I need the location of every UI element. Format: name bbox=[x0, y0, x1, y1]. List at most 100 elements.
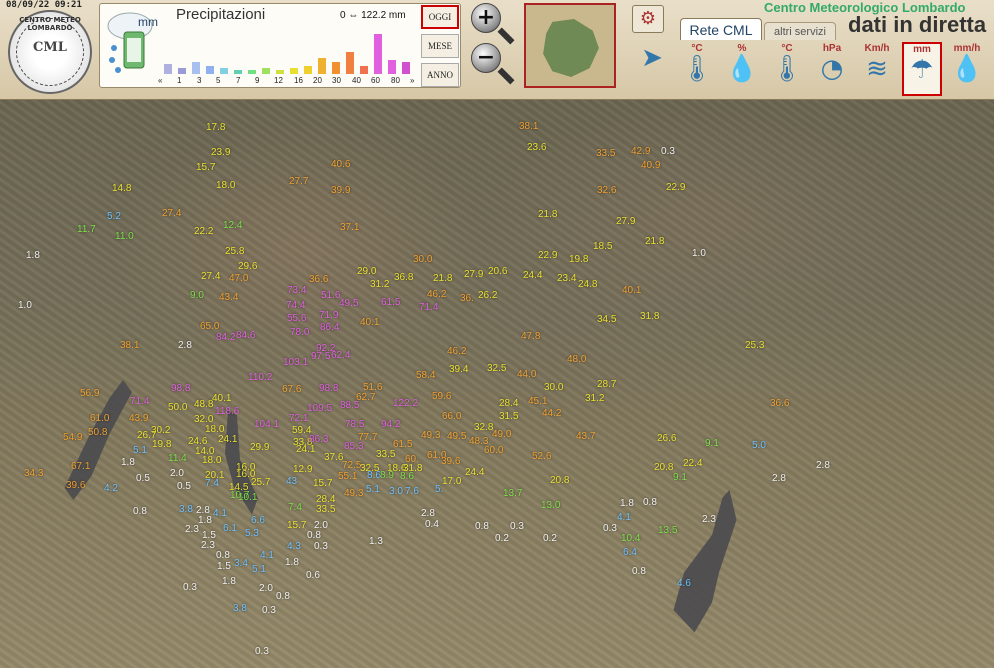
station-value[interactable]: 1.8 bbox=[222, 576, 236, 587]
station-value[interactable]: 45.1 bbox=[528, 396, 547, 407]
station-value[interactable]: 0.3 bbox=[255, 646, 269, 657]
station-value[interactable]: 44.2 bbox=[542, 408, 561, 419]
station-value[interactable]: 1.5 bbox=[217, 561, 231, 572]
station-value[interactable]: 0.8 bbox=[475, 521, 489, 532]
station-value[interactable]: 18.5 bbox=[593, 241, 612, 252]
station-value[interactable]: 9.1 bbox=[673, 472, 687, 483]
station-value[interactable]: 7.6 bbox=[405, 486, 419, 497]
station-value[interactable]: 2.8 bbox=[178, 340, 192, 351]
station-value[interactable]: 48.0 bbox=[567, 354, 586, 365]
wind-speed-icon[interactable]: Km/h ≋ bbox=[857, 42, 897, 96]
station-value[interactable]: 72.1 bbox=[289, 413, 308, 424]
station-value[interactable]: 38.1 bbox=[120, 340, 139, 351]
station-value[interactable]: 61.0 bbox=[90, 413, 109, 424]
station-value[interactable]: 2.3 bbox=[702, 514, 716, 525]
station-value[interactable]: 0.4 bbox=[425, 519, 439, 530]
station-value[interactable]: 5.0 bbox=[752, 440, 766, 451]
station-value[interactable]: 23.9 bbox=[211, 147, 230, 158]
station-value[interactable]: 67.1 bbox=[71, 461, 90, 472]
station-value[interactable]: 97.5 bbox=[311, 351, 330, 362]
station-value[interactable]: 37.6 bbox=[324, 452, 343, 463]
station-value[interactable]: 103.1 bbox=[283, 357, 308, 368]
station-value[interactable]: 18.0 bbox=[216, 180, 235, 191]
station-value[interactable]: 30.0 bbox=[544, 382, 563, 393]
station-value[interactable]: 11.7 bbox=[77, 224, 96, 235]
station-value[interactable]: 22.9 bbox=[538, 250, 557, 261]
station-value[interactable]: 42.9 bbox=[631, 146, 650, 157]
station-value[interactable]: 4.6 bbox=[677, 578, 691, 589]
station-value[interactable]: 20.6 bbox=[488, 266, 507, 277]
legend-tick[interactable]: » bbox=[410, 76, 414, 85]
month-button[interactable]: MESE bbox=[421, 34, 459, 58]
station-value[interactable]: 25.3 bbox=[745, 340, 764, 351]
today-button[interactable]: OGGI bbox=[421, 5, 459, 29]
station-value[interactable]: 3.0 bbox=[389, 486, 403, 497]
station-value[interactable]: 4.1 bbox=[617, 512, 631, 523]
station-value[interactable]: 55.1 bbox=[338, 471, 357, 482]
station-value[interactable]: 14.8 bbox=[112, 183, 131, 194]
station-value[interactable]: 0.2 bbox=[543, 533, 557, 544]
station-value[interactable]: 46.2 bbox=[427, 289, 446, 300]
station-value[interactable]: 6.4 bbox=[623, 547, 637, 558]
station-value[interactable]: 27.4 bbox=[162, 208, 181, 219]
station-value[interactable]: 84.2 bbox=[216, 332, 235, 343]
station-value[interactable]: 104.1 bbox=[254, 419, 279, 430]
station-value[interactable]: 8.6 bbox=[400, 471, 414, 482]
station-value[interactable]: 98.8 bbox=[171, 383, 190, 394]
legend-tick[interactable]: « bbox=[158, 76, 162, 85]
pressure-icon[interactable]: hPa ◔ bbox=[812, 42, 852, 96]
station-value[interactable]: 23.4 bbox=[557, 273, 576, 284]
station-value[interactable]: 50.8 bbox=[88, 427, 107, 438]
station-value[interactable]: 9.0 bbox=[190, 290, 204, 301]
zoom-out-button[interactable]: − bbox=[471, 43, 501, 73]
station-value[interactable]: 50.0 bbox=[168, 402, 187, 413]
station-value[interactable]: 118.6 bbox=[215, 406, 239, 417]
station-value[interactable]: 2.3 bbox=[201, 540, 215, 551]
station-value[interactable]: 27.7 bbox=[289, 176, 308, 187]
station-value[interactable]: 122.2 bbox=[393, 398, 418, 409]
station-value[interactable]: 0.3 bbox=[183, 582, 197, 593]
station-value[interactable]: 26.2 bbox=[478, 290, 497, 301]
station-value[interactable]: 30.0 bbox=[413, 254, 432, 265]
station-value[interactable]: 56.9 bbox=[80, 388, 99, 399]
station-value[interactable]: 61.5 bbox=[381, 297, 400, 308]
station-value[interactable]: 32.8 bbox=[474, 422, 493, 433]
station-value[interactable]: 2.0 bbox=[259, 583, 273, 594]
station-value[interactable]: 66.0 bbox=[442, 411, 461, 422]
station-value[interactable]: 0.6 bbox=[306, 570, 320, 581]
station-value[interactable]: 2.0 bbox=[170, 468, 184, 479]
station-value[interactable]: 27.9 bbox=[616, 216, 635, 227]
station-value[interactable]: 49.3 bbox=[344, 488, 363, 499]
station-value[interactable]: 51.6 bbox=[321, 290, 340, 301]
station-value[interactable]: 10.1 bbox=[238, 492, 257, 503]
station-value[interactable]: 7.4 bbox=[205, 478, 219, 489]
station-value[interactable]: 73.4 bbox=[287, 285, 306, 296]
station-value[interactable]: 49.3 bbox=[421, 430, 440, 441]
station-value[interactable]: 1.8 bbox=[26, 250, 40, 261]
station-value[interactable]: 0.8 bbox=[133, 506, 147, 517]
station-value[interactable]: 24.1 bbox=[218, 434, 237, 445]
station-value[interactable]: 78.5 bbox=[345, 419, 364, 430]
station-value[interactable]: 13.5 bbox=[658, 525, 677, 536]
station-value[interactable]: 54.9 bbox=[63, 432, 82, 443]
station-value[interactable]: 17.8 bbox=[206, 122, 225, 133]
station-value[interactable]: 65.0 bbox=[200, 321, 219, 332]
station-value[interactable]: 60.0 bbox=[484, 445, 503, 456]
station-value[interactable]: 1.0 bbox=[692, 248, 706, 259]
station-value[interactable]: 31.2 bbox=[585, 393, 604, 404]
station-value[interactable]: 0.8 bbox=[643, 497, 657, 508]
station-value[interactable]: 25.8 bbox=[225, 246, 244, 257]
overview-minimap[interactable] bbox=[524, 3, 616, 88]
station-value[interactable]: 33.5 bbox=[376, 449, 395, 460]
station-value[interactable]: 4.3 bbox=[287, 541, 301, 552]
station-value[interactable]: 4.2 bbox=[104, 483, 118, 494]
gear-icon[interactable]: ⚙ bbox=[632, 5, 664, 33]
station-value[interactable]: 71.9 bbox=[319, 310, 338, 321]
station-value[interactable]: 24.4 bbox=[465, 467, 484, 478]
station-value[interactable]: 39.9 bbox=[331, 185, 350, 196]
station-value[interactable]: 74.4 bbox=[286, 300, 305, 311]
station-value[interactable]: 22.4 bbox=[683, 458, 702, 469]
station-value[interactable]: 34.3 bbox=[24, 468, 43, 479]
station-value[interactable]: 22.9 bbox=[666, 182, 685, 193]
station-value[interactable]: 15.7 bbox=[287, 520, 306, 531]
